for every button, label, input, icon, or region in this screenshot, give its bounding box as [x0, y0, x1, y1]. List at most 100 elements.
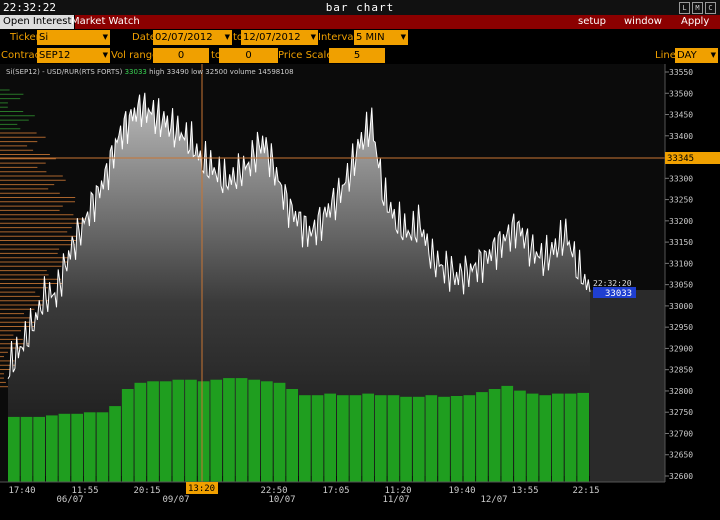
x-tick-label: 22:15 [572, 486, 599, 496]
volume-bar [299, 395, 311, 482]
volume-bar [261, 381, 273, 483]
window-button-l[interactable]: L [679, 2, 690, 14]
legend-current-price: 33033 [124, 68, 147, 76]
window-button-c[interactable]: C [705, 2, 716, 14]
volume-bar [273, 382, 286, 482]
tab-bar: Open Interest Market Watch setup window … [0, 15, 720, 29]
y-tick-label: 33550 [669, 68, 693, 77]
chevron-down-icon: ▼ [400, 33, 406, 41]
y-tick-label: 33050 [669, 281, 693, 290]
interval-label: Interval [318, 32, 357, 43]
volume-bar [248, 379, 261, 482]
x-date-label: 09/07 [162, 495, 189, 505]
volume-bar [450, 396, 463, 482]
volume-bar [526, 393, 539, 482]
y-tick-label: 33300 [669, 174, 693, 183]
x-date-label: 12/07 [480, 495, 507, 505]
volume-bar [425, 395, 438, 482]
y-tick-label: 32800 [669, 387, 693, 396]
ticker-value: Si [39, 32, 49, 43]
volume-bar [552, 393, 564, 482]
last-quote-time: 22:32:20 [593, 279, 632, 288]
date-to-field[interactable]: 12/07/2012 ▼ [241, 30, 318, 45]
contract-select[interactable]: SEP12 ▼ [37, 48, 110, 63]
x-tick-label: 17:05 [322, 486, 349, 496]
crosshair-time-label: 13:20 [188, 484, 215, 494]
tab-open-interest[interactable]: Open Interest [0, 15, 76, 29]
y-tick-label: 32650 [669, 451, 693, 460]
volume-bar [577, 392, 589, 482]
volume-bar [58, 413, 71, 482]
chevron-down-icon: ▼ [310, 33, 316, 41]
volume-bar [501, 385, 514, 482]
x-date-label: 11/07 [382, 495, 409, 505]
volume-bar [564, 393, 577, 482]
y-tick-label: 32750 [669, 408, 693, 417]
volume-bar [374, 395, 387, 482]
volume-bar [134, 382, 147, 482]
window-button-m[interactable]: M [692, 2, 703, 14]
volume-bar [349, 395, 362, 482]
volume-bar [387, 395, 400, 482]
crosshair-price-label: 33345 [667, 154, 694, 164]
volume-bar [412, 396, 425, 483]
vol-range-label: Vol range [111, 50, 159, 61]
date-to-value: 12/07/2012 [243, 32, 301, 43]
volume-bar [362, 393, 374, 482]
window-menu[interactable]: window [624, 15, 662, 29]
volume-bar [463, 395, 476, 482]
y-tick-label: 33150 [669, 238, 693, 247]
volume-bar [235, 378, 248, 482]
chevron-down-icon: ▼ [102, 33, 108, 41]
title-bar: 22:32:22 bar chart L M C [0, 0, 720, 16]
future-area [590, 290, 665, 482]
volume-bar [185, 379, 197, 482]
last-quote-price: 33033 [605, 289, 632, 299]
apply-button[interactable]: Apply [681, 15, 709, 29]
x-axis-ticks: 17:40 11:55 20:15 22:50 17:05 11:20 19:40 13:55… [8, 486, 599, 496]
setup-menu[interactable]: setup [578, 15, 606, 29]
volume-bar [159, 381, 172, 483]
volume-bar [539, 395, 552, 482]
x-tick-label: 20:15 [133, 486, 160, 496]
y-tick-label: 32600 [669, 472, 693, 481]
ticker-select[interactable]: Si ▼ [37, 30, 110, 45]
y-tick-label: 33000 [669, 302, 693, 311]
line-select[interactable]: DAY ▼ [675, 48, 718, 63]
x-date-label: 10/07 [268, 495, 295, 505]
volume-bar [121, 389, 134, 482]
ticker-label: Ticker [10, 32, 40, 43]
volume-bar [324, 393, 336, 482]
volume-bar [172, 379, 185, 482]
volume-bar [109, 406, 121, 483]
volume-bar [20, 416, 33, 482]
legend-volume: volume 14598108 [229, 68, 294, 76]
vol-range-from-input[interactable]: 0 [153, 48, 209, 63]
volume-bar [223, 378, 235, 482]
x-tick-label: 13:55 [511, 486, 538, 496]
line-value: DAY [677, 50, 697, 61]
price-scale-input[interactable]: 5 [329, 48, 385, 63]
volume-bar [71, 413, 83, 482]
volume-bar [311, 395, 324, 482]
x-tick-label: 17:40 [8, 486, 35, 496]
volume-bar [96, 412, 109, 483]
x-axis-date-ticks: 06/07 09/07 10/07 11/07 12/07 [56, 495, 507, 505]
price-chart[interactable]: 3355033500334503340033350333003325033200… [0, 64, 720, 520]
volume-bar [488, 389, 501, 482]
chevron-down-icon: ▼ [710, 51, 716, 59]
y-tick-label: 32950 [669, 323, 693, 332]
y-tick-label: 33250 [669, 196, 693, 205]
volume-bar [400, 396, 412, 483]
volume-bar [83, 412, 96, 483]
legend-high: high 33490 [149, 68, 189, 76]
x-date-label: 06/07 [56, 495, 83, 505]
interval-select[interactable]: 5 MIN ▼ [354, 30, 408, 45]
vol-range-to-input[interactable]: 0 [219, 48, 278, 63]
volume-bar [438, 396, 450, 483]
volume-bar [8, 416, 20, 482]
tab-market-watch[interactable]: Market Watch [68, 15, 143, 29]
volume-bar [46, 415, 58, 483]
date-from-field[interactable]: 02/07/2012 ▼ [153, 30, 232, 45]
volume-bar [476, 392, 488, 482]
